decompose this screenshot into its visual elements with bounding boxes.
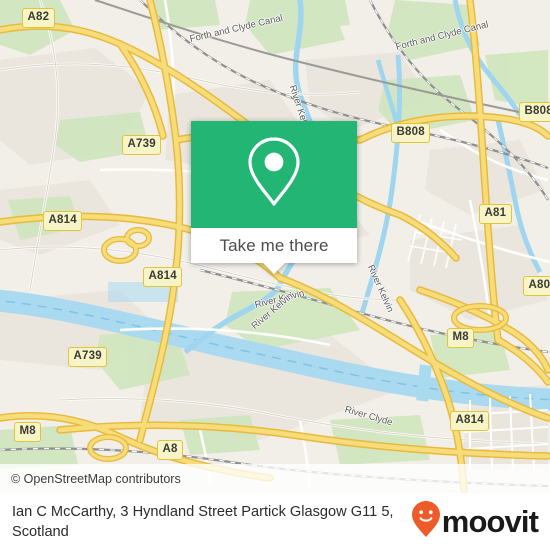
callout-green-panel bbox=[191, 121, 357, 228]
road-shield: M8 bbox=[447, 328, 475, 348]
take-me-there-label: Take me there bbox=[219, 235, 329, 255]
address-text: Ian C McCarthy, 3 Hyndland Street Partic… bbox=[12, 503, 394, 540]
road-shield: A814 bbox=[450, 411, 490, 431]
osm-attribution-text[interactable]: © OpenStreetMap contributors bbox=[0, 472, 181, 486]
road-shield: A739 bbox=[68, 347, 108, 367]
road-shield: M8 bbox=[14, 422, 42, 442]
map-canvas[interactable]: A82 A739 B808 B808 A814 A81 A814 A80 M8 … bbox=[0, 0, 550, 493]
map-pin-icon bbox=[244, 135, 304, 214]
road-shield: B808 bbox=[519, 102, 550, 122]
moovit-logo[interactable]: moovit bbox=[411, 500, 550, 543]
road-shield: A739 bbox=[122, 135, 162, 155]
road-shield: B808 bbox=[391, 123, 431, 143]
result-footer: Ian C McCarthy, 3 Hyndland Street Partic… bbox=[0, 493, 550, 550]
road-shield: A82 bbox=[22, 8, 55, 28]
road-shield: A81 bbox=[479, 204, 512, 224]
callout-pointer-tail bbox=[263, 263, 285, 274]
moovit-map-result-page: A82 A739 B808 B808 A814 A81 A814 A80 M8 … bbox=[0, 0, 550, 550]
callout-action-bar[interactable]: Take me there bbox=[191, 228, 357, 263]
road-shield: A814 bbox=[143, 267, 183, 287]
road-shield: A8 bbox=[157, 440, 184, 460]
moovit-wordmark: moovit bbox=[441, 504, 539, 539]
take-me-there-callout[interactable]: Take me there bbox=[191, 121, 357, 274]
road-shield: A80 bbox=[523, 276, 550, 296]
map-attribution-bar: © OpenStreetMap contributors bbox=[0, 464, 550, 493]
road-shield: A814 bbox=[43, 211, 83, 231]
moovit-pin-smile-icon bbox=[411, 500, 441, 543]
